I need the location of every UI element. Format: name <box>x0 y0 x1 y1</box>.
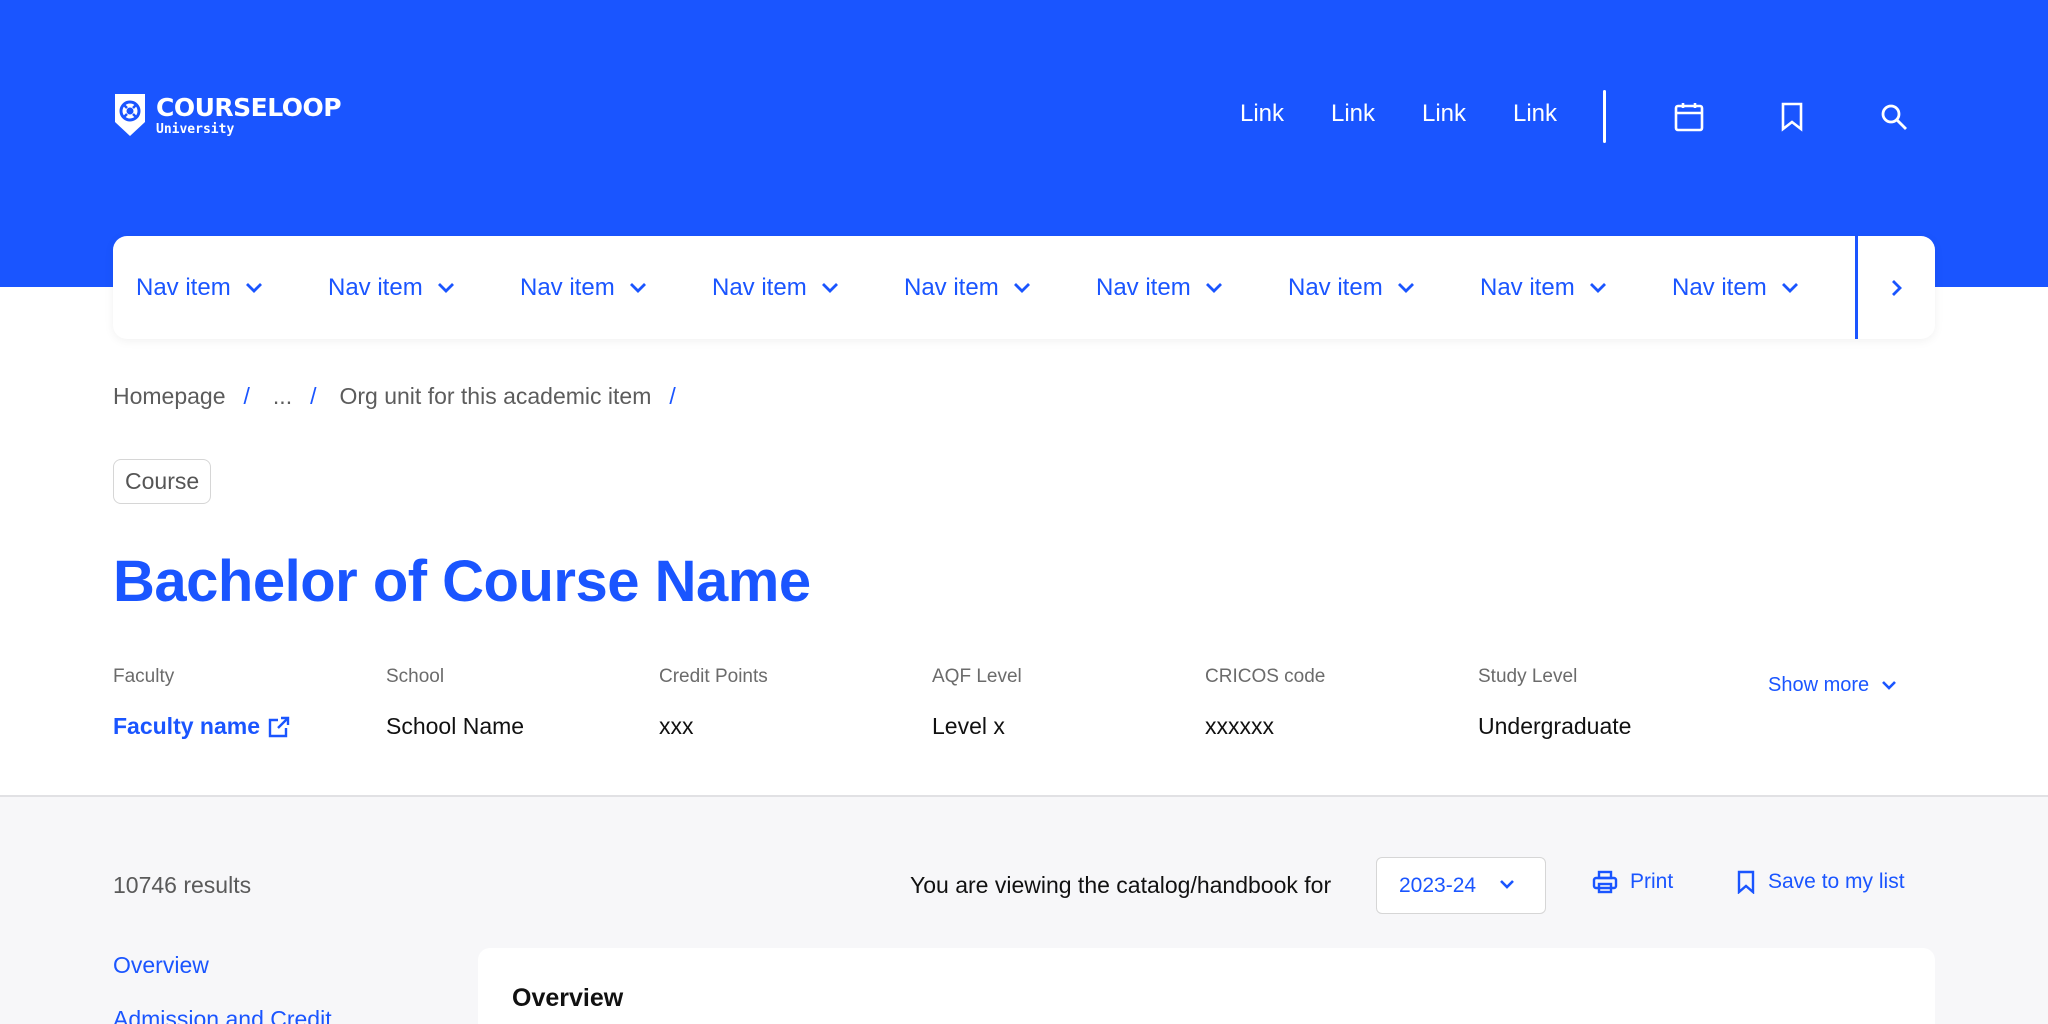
chevron-down-icon <box>1397 282 1414 293</box>
nav-item-7[interactable]: Nav item <box>1288 236 1415 339</box>
shield-logo-icon <box>115 94 145 136</box>
breadcrumb-separator: / <box>243 383 250 409</box>
sidebar-item-admission-and-credit[interactable]: Admission and Credit <box>113 1006 332 1024</box>
meta-label: CRICOS code <box>1205 666 1326 687</box>
nav-item-label: Nav item <box>1672 273 1767 301</box>
page-title: Bachelor of Course Name <box>113 549 811 614</box>
chevron-down-icon <box>1500 880 1514 889</box>
chevron-down-icon <box>1205 282 1222 293</box>
nav-item-label: Nav item <box>520 273 615 301</box>
nav-item-8[interactable]: Nav item <box>1480 236 1607 339</box>
chevron-down-icon <box>437 282 454 293</box>
nav-item-6[interactable]: Nav item <box>1096 236 1223 339</box>
meta-value: Faculty name <box>113 713 260 739</box>
top-link-2[interactable]: Link <box>1331 100 1378 128</box>
sidebar-item-overview[interactable]: Overview <box>113 952 209 979</box>
nav-item-label: Nav item <box>1096 273 1191 301</box>
logo-subtitle: University <box>156 121 235 137</box>
item-type-tag: Course <box>113 459 212 504</box>
meta-school: School School Name <box>386 666 646 740</box>
search-icon <box>1881 104 1907 130</box>
print-label: Print <box>1630 870 1674 893</box>
bookmark-icon <box>1781 102 1803 132</box>
nav-item-label: Nav item <box>904 273 999 301</box>
meta-credit-points: Credit Points xxx <box>659 666 919 740</box>
meta-value: xxx <box>659 713 694 739</box>
search-button[interactable] <box>1877 100 1911 134</box>
meta-label: Faculty <box>113 666 175 687</box>
nav-item-9[interactable]: Nav item <box>1672 236 1799 339</box>
printer-icon <box>1592 870 1618 894</box>
meta-cricos-code: CRICOS code xxxxxx <box>1205 666 1465 740</box>
chevron-down-icon <box>1882 681 1897 690</box>
chevron-down-icon <box>245 282 262 293</box>
breadcrumb: Homepage / ... / Org unit for this acade… <box>113 383 699 410</box>
meta-faculty: Faculty Faculty name <box>113 666 373 740</box>
year-select-value: 2023-24 <box>1399 873 1477 897</box>
top-link-1[interactable]: Link <box>1240 100 1287 128</box>
save-to-list-button[interactable]: Save to my list <box>1736 870 1905 894</box>
nav-item-4[interactable]: Nav item <box>712 236 839 339</box>
save-to-list-label: Save to my list <box>1768 870 1905 893</box>
breadcrumb-separator: / <box>669 383 676 409</box>
chevron-down-icon <box>1781 282 1798 293</box>
nav-item-label: Nav item <box>1288 273 1383 301</box>
breadcrumb-homepage[interactable]: Homepage <box>113 383 226 410</box>
show-more-label: Show more <box>1768 674 1870 696</box>
meta-value: School Name <box>386 713 525 739</box>
meta-aqf-level: AQF Level Level x <box>932 666 1192 740</box>
meta-value: Undergraduate <box>1478 713 1632 739</box>
meta-label: School <box>386 666 445 687</box>
nav-item-label: Nav item <box>1480 273 1575 301</box>
show-more-button[interactable]: Show more <box>1768 674 1897 697</box>
chevron-down-icon <box>629 282 646 293</box>
nav-item-2[interactable]: Nav item <box>328 236 455 339</box>
calendar-button[interactable] <box>1672 100 1706 134</box>
nav-item-3[interactable]: Nav item <box>520 236 647 339</box>
meta-value: Level x <box>932 713 1005 739</box>
nav-item-label: Nav item <box>328 273 423 301</box>
header-divider <box>1603 90 1606 143</box>
bookmark-icon <box>1737 870 1755 894</box>
breadcrumb-ellipsis[interactable]: ... <box>273 383 292 410</box>
chevron-down-icon <box>821 282 838 293</box>
top-link-4[interactable]: Link <box>1513 100 1560 128</box>
breadcrumb-separator: / <box>310 383 317 409</box>
print-button[interactable]: Print <box>1592 870 1673 894</box>
section-heading: Overview <box>512 984 624 1012</box>
top-links: Link Link Link Link <box>1240 100 1604 128</box>
chevron-down-icon <box>1589 282 1606 293</box>
nav-scroll-next-button[interactable] <box>1858 236 1935 339</box>
chevron-right-icon <box>1891 279 1902 296</box>
chevron-down-icon <box>1013 282 1030 293</box>
nav-item-5[interactable]: Nav item <box>904 236 1031 339</box>
overview-card: Overview <box>478 948 1935 1024</box>
logo-brand: COURSELOOP <box>156 92 342 122</box>
top-link-3[interactable]: Link <box>1422 100 1469 128</box>
meta-label: Credit Points <box>659 666 768 687</box>
nav-item-label: Nav item <box>712 273 807 301</box>
faculty-link[interactable]: Faculty name <box>113 713 373 740</box>
bookmark-button[interactable] <box>1775 100 1809 134</box>
external-link-icon <box>268 716 290 737</box>
meta-value: xxxxxx <box>1205 713 1274 739</box>
nav-item-1[interactable]: Nav item <box>136 236 263 339</box>
catalog-viewing-label: You are viewing the catalog/handbook for <box>910 872 1332 898</box>
nav-item-label: Nav item <box>136 273 231 301</box>
results-count: 10746 results <box>113 872 252 898</box>
breadcrumb-org-unit[interactable]: Org unit for this academic item <box>339 383 651 410</box>
main-nav: Nav item Nav item Nav item Nav item Nav … <box>113 236 1935 339</box>
logo[interactable]: COURSELOOP University <box>113 92 342 138</box>
meta-study-level: Study Level Undergraduate <box>1478 666 1738 740</box>
year-select[interactable]: 2023-24 <box>1376 857 1546 914</box>
calendar-icon <box>1674 103 1704 132</box>
meta-label: Study Level <box>1478 666 1578 687</box>
meta-label: AQF Level <box>932 666 1022 687</box>
